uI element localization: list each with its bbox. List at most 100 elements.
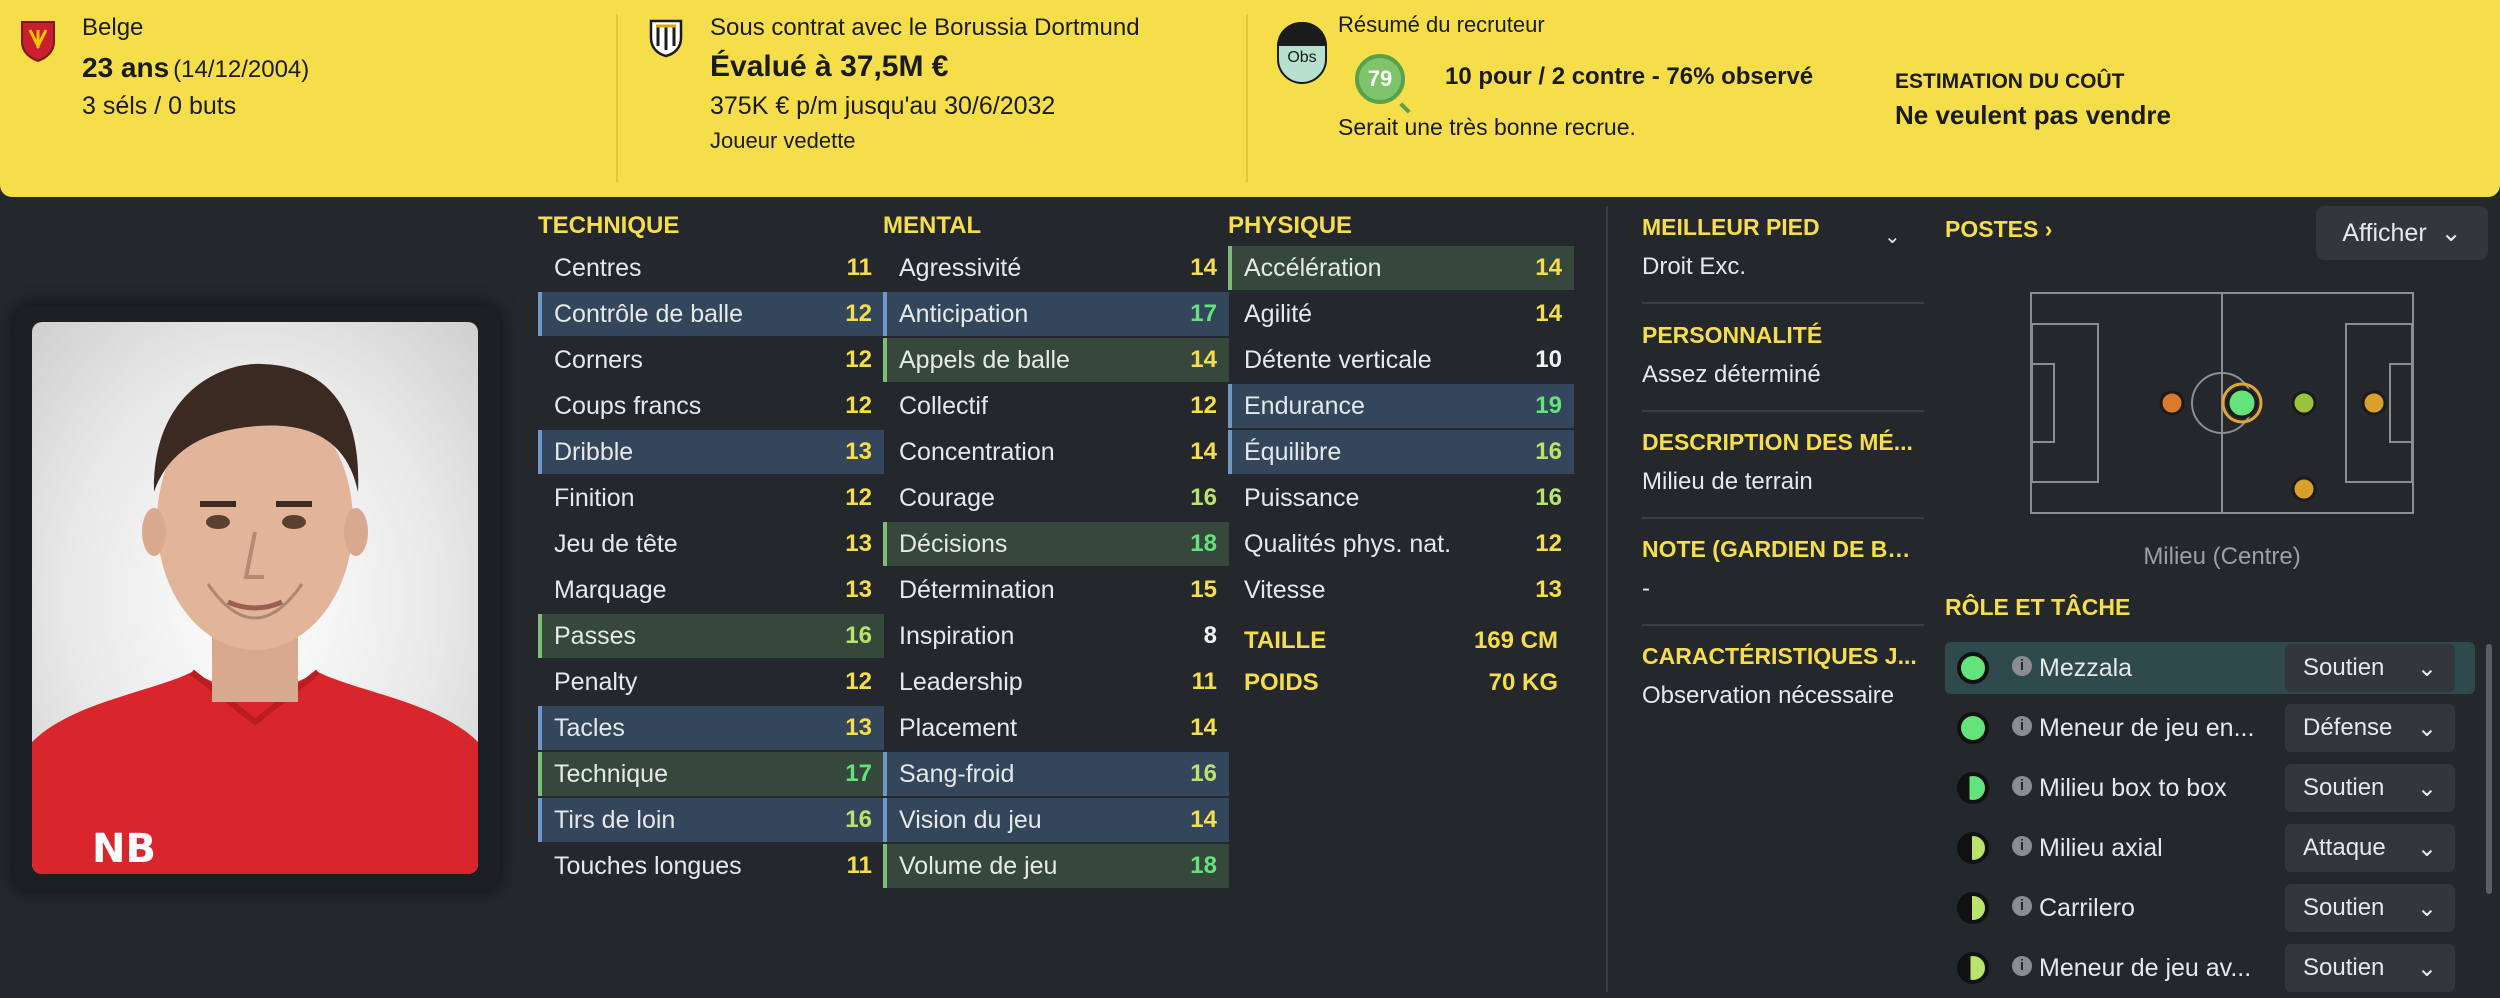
attribute-row[interactable]: Équilibre 16 (1228, 430, 1574, 474)
attribute-row[interactable]: Accélération 14 (1228, 246, 1574, 290)
attribute-row[interactable]: Inspiration 8 (883, 614, 1229, 658)
attribute-row[interactable]: Courage 16 (883, 476, 1229, 520)
role-row[interactable]: i Meneur de jeu av... Soutien ⌄ (1945, 942, 2475, 994)
attribute-row[interactable]: Détermination 15 (883, 568, 1229, 612)
attribute-row[interactable]: Qualités phys. nat. 12 (1228, 522, 1574, 566)
player-header: Belge 23 ans (14/12/2004) 3 séls / 0 buts… (0, 0, 2500, 197)
player-age: 23 ans (14/12/2004) (82, 52, 310, 83)
header-divider (616, 14, 618, 182)
role-row[interactable]: i Meneur de jeu en... Défense ⌄ (1945, 702, 2475, 754)
cost-estimate-label: ESTIMATION DU COÛT (1895, 70, 2125, 93)
player-portrait-frame: NB (14, 306, 500, 890)
nation-crest-icon (21, 21, 55, 62)
position-dot[interactable] (2291, 390, 2317, 416)
scout-report-title[interactable]: Résumé du recruteur (1338, 12, 1545, 38)
divider (1642, 302, 1924, 304)
attribute-row[interactable]: Dribble 13 (538, 430, 884, 474)
club-contract[interactable]: Sous contrat avec le Borussia Dortmund (710, 14, 1140, 42)
attribute-row[interactable]: Marquage 13 (538, 568, 884, 612)
positions-pitch (2030, 292, 2414, 514)
attribute-row[interactable]: Passes 16 (538, 614, 884, 658)
divider (1642, 410, 1924, 412)
player-face-image: NB (32, 363, 478, 874)
position-dot[interactable] (2226, 387, 2258, 419)
chevron-right-icon: › (2044, 216, 2053, 242)
attribute-row[interactable]: Agressivité 14 (883, 246, 1229, 290)
attribute-row[interactable]: Vision du jeu 14 (883, 798, 1229, 842)
date-of-birth: (14/12/2004) (173, 56, 310, 83)
position-dot[interactable] (2361, 390, 2387, 416)
position-dot[interactable] (2291, 476, 2317, 502)
attribute-row[interactable]: Agilité 14 (1228, 292, 1574, 336)
attribute-row[interactable]: Contrôle de balle 12 (538, 292, 884, 336)
nationality[interactable]: Belge (82, 14, 143, 42)
divider (1642, 517, 1924, 519)
info-icon[interactable]: i (2012, 956, 2032, 976)
attribute-row[interactable]: Tacles 13 (538, 706, 884, 750)
goalkeeper-rating: NOTE (GARDIEN DE BUT) - (1642, 536, 1924, 602)
club-crest-icon (649, 19, 683, 58)
attribute-row[interactable]: Jeu de tête 13 (538, 522, 884, 566)
attribute-row[interactable]: Décisions 18 (883, 522, 1229, 566)
header-divider (1246, 14, 1248, 182)
position-dot[interactable] (2159, 390, 2185, 416)
duty-dropdown[interactable]: Soutien ⌄ (2285, 644, 2455, 692)
attribute-row[interactable]: Sang-froid 16 (883, 752, 1229, 796)
attribute-row[interactable]: Appels de balle 14 (883, 338, 1229, 382)
role-suitability-icon (1957, 832, 1989, 864)
positions-title[interactable]: POSTES › (1945, 216, 2052, 243)
attribute-row[interactable]: Coups francs 12 (538, 384, 884, 428)
player-traits[interactable]: CARACTÉRISTIQUES J... Observation nécess… (1642, 643, 1924, 710)
chevron-down-icon[interactable]: ⌄ (1884, 224, 1901, 249)
attribute-row[interactable]: Placement 14 (883, 706, 1229, 750)
info-icon[interactable]: i (2012, 896, 2032, 916)
duty-dropdown[interactable]: Défense ⌄ (2285, 704, 2455, 752)
info-icon[interactable]: i (2012, 656, 2032, 676)
attribute-row[interactable]: Collectif 12 (883, 384, 1229, 428)
mental-title: MENTAL (883, 212, 982, 239)
attribute-row[interactable]: Leadership 11 (883, 660, 1229, 704)
section-divider (1606, 206, 1608, 992)
info-icon[interactable]: i (2012, 776, 2032, 796)
attribute-row[interactable]: Technique 17 (538, 752, 884, 796)
roles-scrollbar[interactable] (2486, 644, 2492, 894)
kit-logo: NB (92, 826, 156, 872)
chevron-down-icon: ⌄ (2416, 834, 2437, 862)
attribute-row[interactable]: Penalty 12 (538, 660, 884, 704)
player-portrait: NB (32, 322, 478, 874)
preferred-foot[interactable]: MEILLEUR PIED Droit Exc. (1642, 214, 1924, 281)
attribute-row[interactable]: Vitesse 13 (1228, 568, 1574, 612)
attribute-row[interactable]: Concentration 14 (883, 430, 1229, 474)
chevron-down-icon: ⌄ (2416, 654, 2437, 682)
attribute-row[interactable]: Tirs de loin 16 (538, 798, 884, 842)
technical-attributes: TECHNIQUE Centres 11 Contrôle de balle 12 … (538, 210, 884, 890)
duty-dropdown[interactable]: Attaque ⌄ (2285, 824, 2455, 872)
role-row[interactable]: i Milieu box to box Soutien ⌄ (1945, 762, 2475, 814)
attribute-row[interactable]: Touches longues 11 (538, 844, 884, 888)
chevron-down-icon: ⌄ (2416, 954, 2437, 982)
role-row[interactable]: i Milieu axial Attaque ⌄ (1945, 822, 2475, 874)
attribute-row[interactable]: Volume de jeu 18 (883, 844, 1229, 888)
weight-row: POIDS 70 KG (1244, 669, 1558, 696)
attribute-row[interactable]: Détente verticale 10 (1228, 338, 1574, 382)
attribute-row[interactable]: Corners 12 (538, 338, 884, 382)
physical-title: PHYSIQUE (1228, 212, 1353, 239)
role-row[interactable]: i Mezzala Soutien ⌄ (1945, 642, 2475, 694)
info-icon[interactable]: i (2012, 836, 2032, 856)
show-dropdown[interactable]: Afficher ⌄ (2316, 206, 2488, 260)
role-suitability-icon (1957, 892, 1989, 924)
attribute-row[interactable]: Anticipation 17 (883, 292, 1229, 336)
personality[interactable]: PERSONNALITÉ Assez déterminé (1642, 322, 1924, 389)
attribute-row[interactable]: Puissance 16 (1228, 476, 1574, 520)
attribute-row[interactable]: Centres 11 (538, 246, 884, 290)
duty-dropdown[interactable]: Soutien ⌄ (2285, 944, 2455, 992)
wage-contract: 375K € p/m jusqu'au 30/6/2032 (710, 92, 1056, 120)
attribute-row[interactable]: Finition 12 (538, 476, 884, 520)
attribute-row[interactable]: Endurance 19 (1228, 384, 1574, 428)
role-suitability-icon (1957, 652, 1989, 684)
info-icon[interactable]: i (2012, 716, 2032, 736)
role-row[interactable]: i Carrilero Soutien ⌄ (1945, 882, 2475, 934)
duty-dropdown[interactable]: Soutien ⌄ (2285, 884, 2455, 932)
media-description[interactable]: DESCRIPTION DES MÉ... Milieu de terrain (1642, 429, 1924, 496)
duty-dropdown[interactable]: Soutien ⌄ (2285, 764, 2455, 812)
